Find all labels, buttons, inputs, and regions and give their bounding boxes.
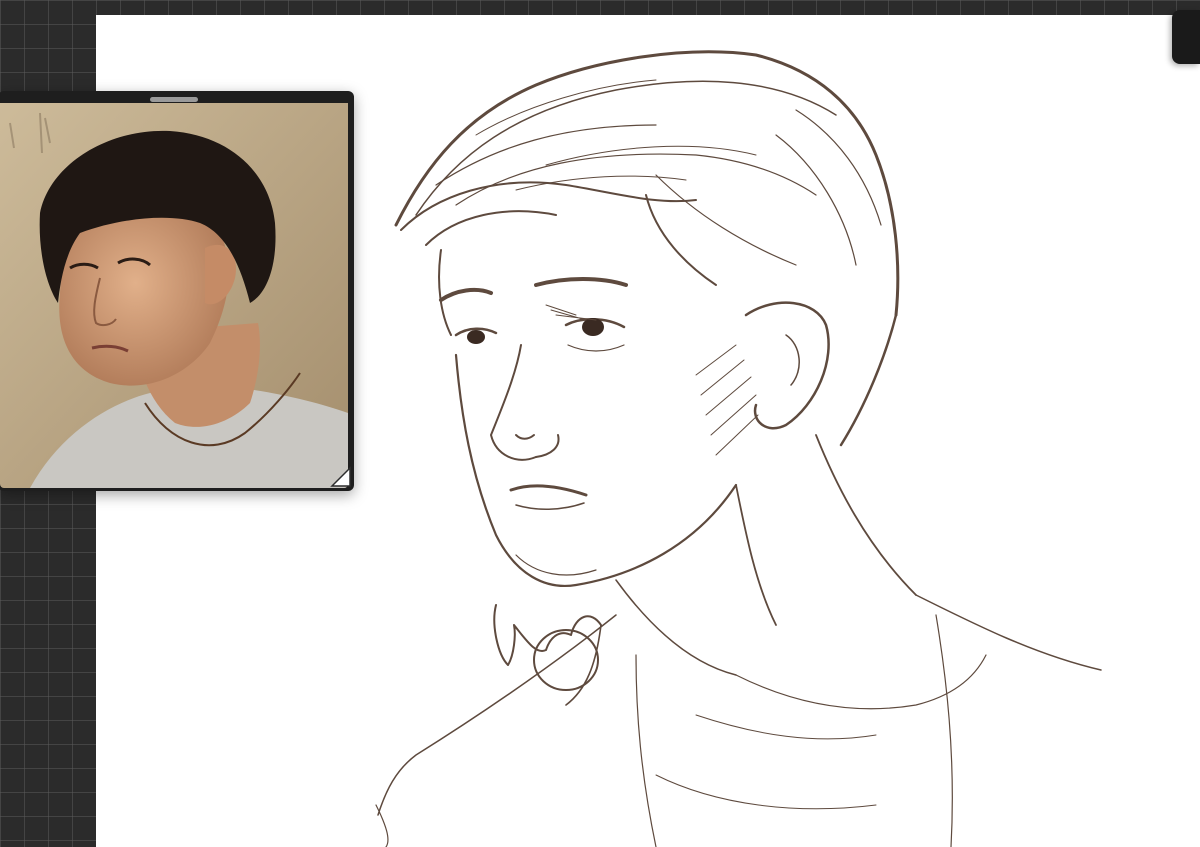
photo-drawing (0, 103, 348, 488)
reference-photo (0, 103, 348, 488)
side-panel-tab[interactable] (1172, 10, 1200, 64)
resize-corner-icon[interactable] (330, 466, 352, 488)
drag-handle-icon[interactable] (150, 97, 198, 102)
reference-window[interactable] (0, 91, 354, 491)
